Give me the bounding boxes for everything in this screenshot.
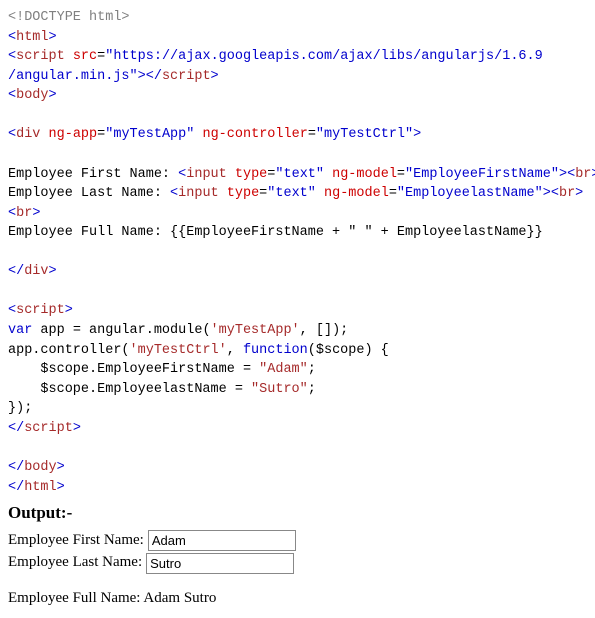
tag-div: div [24, 264, 48, 279]
output-full-label: Employee Full Name: [8, 590, 143, 606]
tag-open: </ [8, 264, 24, 279]
attr-val: /angular.min.js" [8, 69, 138, 84]
tag-open: < [8, 127, 16, 142]
text-fullname-expr: Employee Full Name: {{EmployeeFirstName … [8, 225, 543, 240]
tag-close: > [49, 88, 57, 103]
attr-val: "myTestCtrl" [316, 127, 413, 142]
tag-script: script [24, 421, 73, 436]
js-text: app = angular.module( [32, 323, 210, 338]
tag-open: </ [8, 421, 24, 436]
js-text: , []); [300, 323, 349, 338]
tag-close: > [559, 167, 567, 182]
tag-open: < [551, 186, 559, 201]
js-text: ; [308, 382, 316, 397]
attr-eq: = [308, 127, 316, 142]
js-text: app.controller( [8, 343, 130, 358]
tag-body: body [24, 460, 56, 475]
text-lastname-label: Employee Last Name: [8, 186, 170, 201]
tag-html: html [24, 480, 56, 495]
tag-br: br [16, 206, 32, 221]
tag-open: </ [8, 480, 24, 495]
attr-eq: = [389, 186, 397, 201]
tag-close: > [138, 69, 146, 84]
attr-src: src [73, 49, 97, 64]
tag-input: input [186, 167, 227, 182]
tag-close: > [413, 127, 421, 142]
tag-close: > [57, 460, 65, 475]
tag-script: script [16, 303, 65, 318]
tag-close: > [73, 421, 81, 436]
attr-val: "text" [267, 186, 316, 201]
tag-close: > [49, 264, 57, 279]
output-heading: Output:- [8, 501, 587, 526]
output-full-value: Adam Sutro [143, 590, 216, 606]
attr-val: "EmployeeFirstName" [405, 167, 559, 182]
attr-val: "EmployeelastName" [397, 186, 543, 201]
tag-input: input [178, 186, 219, 201]
text-firstname-label: Employee First Name: [8, 167, 178, 182]
tag-body: body [16, 88, 48, 103]
js-text: $scope.EmployeelastName = [8, 382, 251, 397]
code-block: <!DOCTYPE html> <html> <script src="http… [8, 8, 587, 497]
attr-ngmodel: ng-model [324, 186, 389, 201]
js-text: , [227, 343, 243, 358]
tag-html: html [16, 30, 48, 45]
tag-open: < [8, 49, 16, 64]
output-last-label: Employee Last Name: [8, 552, 142, 574]
tag-open: </ [146, 69, 162, 84]
output-row-first: Employee First Name: [8, 530, 587, 552]
attr-val: "myTestApp" [105, 127, 194, 142]
js-var: var [8, 323, 32, 338]
output-first-label: Employee First Name: [8, 530, 144, 552]
attr-ngmodel: ng-model [332, 167, 397, 182]
tag-open: < [567, 167, 575, 182]
output-section: Employee First Name: Employee Last Name:… [8, 530, 587, 610]
js-function: function [243, 343, 308, 358]
js-text: }); [8, 401, 32, 416]
js-string: "Adam" [259, 362, 308, 377]
doctype-line: <!DOCTYPE html> [8, 10, 130, 25]
tag-br: br [575, 167, 591, 182]
tag-open: < [8, 30, 16, 45]
tag-close: > [575, 186, 583, 201]
js-string: 'myTestCtrl' [130, 343, 227, 358]
tag-close: > [211, 69, 219, 84]
js-text: ; [308, 362, 316, 377]
output-row-last: Employee Last Name: [8, 552, 587, 574]
tag-close: > [591, 167, 595, 182]
tag-close: > [543, 186, 551, 201]
tag-open: < [170, 186, 178, 201]
tag-close: > [65, 303, 73, 318]
tag-script: script [16, 49, 65, 64]
last-name-input[interactable] [146, 553, 294, 574]
tag-open: </ [8, 460, 24, 475]
output-row-full: Employee Full Name: Adam Sutro [8, 588, 587, 610]
tag-script: script [162, 69, 211, 84]
js-string: "Sutro" [251, 382, 308, 397]
attr-val: "text" [275, 167, 324, 182]
tag-br: br [559, 186, 575, 201]
attr-ngctrl: ng-controller [202, 127, 307, 142]
attr-type: type [227, 186, 259, 201]
tag-close: > [57, 480, 65, 495]
tag-close: > [32, 206, 40, 221]
tag-open: < [8, 206, 16, 221]
attr-ngapp: ng-app [49, 127, 98, 142]
js-text: ($scope) { [308, 343, 389, 358]
js-text: $scope.EmployeeFirstName = [8, 362, 259, 377]
tag-div: div [16, 127, 40, 142]
attr-type: type [235, 167, 267, 182]
tag-open: < [8, 88, 16, 103]
first-name-input[interactable] [148, 530, 296, 551]
attr-eq: = [397, 167, 405, 182]
tag-open: < [8, 303, 16, 318]
js-string: 'myTestApp' [211, 323, 300, 338]
tag-close: > [49, 30, 57, 45]
attr-val: "https://ajax.googleapis.com/ajax/libs/a… [105, 49, 542, 64]
